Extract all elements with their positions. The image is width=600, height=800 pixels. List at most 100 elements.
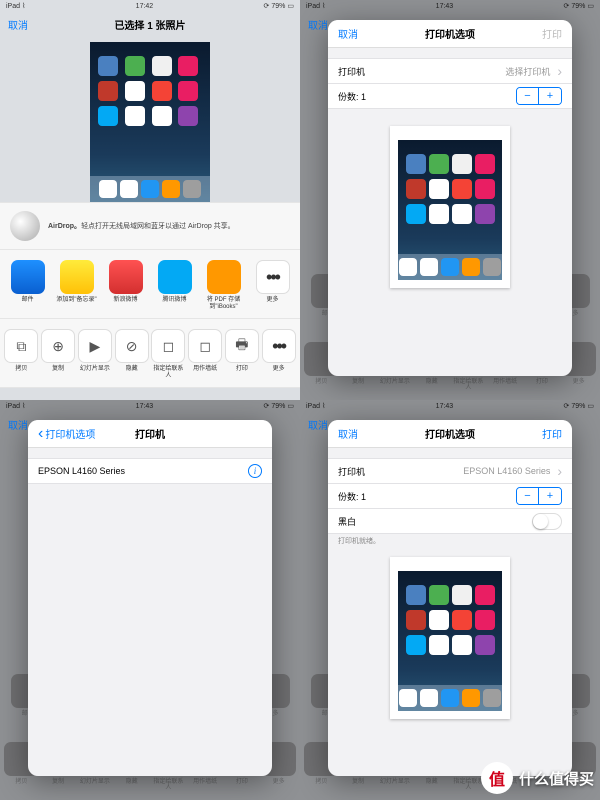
cancel-button[interactable]: 取消 (8, 17, 28, 32)
status-time: 17:42 (136, 3, 154, 10)
share-action-指定给联系人[interactable]: ◻ 指定给联系人 (151, 329, 186, 379)
print-button-disabled: 打印 (542, 26, 562, 41)
app-label: 新浪微博 (113, 297, 137, 304)
share-action-隐藏[interactable]: ⊘ 隐藏 (114, 329, 149, 379)
share-app-将 PDF 存储到"iBooks"[interactable]: 将 PDF 存储到"iBooks" (200, 260, 247, 310)
watermark-text: 什么值得买 (519, 768, 594, 789)
plus-button[interactable]: + (539, 488, 561, 504)
action-icon: ◻ (151, 329, 185, 363)
printer-name: EPSON L4160 Series (38, 466, 125, 476)
plus-button[interactable]: + (539, 88, 561, 104)
share-action-复制[interactable]: ⊕ 复制 (41, 329, 76, 379)
share-action-拷贝[interactable]: ⧉ 拷贝 (4, 329, 39, 379)
share-header: 取消 已选择 1 张照片 (0, 12, 300, 36)
share-actions-row: ⧉ 拷贝 ⊕ 复制 ▶ 幻灯片显示 ⊘ 隐藏 ◻ 指定给联系人◻用作墙纸🖶 打印 ••• 更多 (0, 319, 300, 388)
popover-header: 取消 打印机选项 打印 (328, 420, 572, 448)
app-label: 将 PDF 存储到"iBooks" (200, 297, 247, 310)
copies-stepper[interactable]: −+ (516, 487, 562, 505)
cancel-button[interactable]: 取消 (338, 26, 358, 41)
action-label: 拷贝 (15, 366, 27, 373)
print-button[interactable]: 打印 (542, 426, 562, 441)
action-icon: ••• (262, 329, 296, 363)
bw-label: 黑白 (338, 515, 356, 528)
share-app-新浪微博[interactable]: 新浪微博 (102, 260, 149, 310)
share-app-添加到"备忘录"[interactable]: 添加到"备忘录" (53, 260, 100, 310)
printer-options-popover: 取消 打印机选项 打印 打印机 选择打印机 份数: 1 −+ (328, 20, 572, 376)
quadrant-printer-ready: iPad ⌇ 17:43 ⟳ 79% ▭ 取消已选择 1 张照片 邮件添加到"备… (300, 400, 600, 800)
popover-header: 打印机选项 打印机 (28, 420, 272, 448)
airdrop-text: AirDrop。轻点打开无线局域网和蓝牙以通过 AirDrop 共享。 (48, 221, 235, 231)
quadrant-printer-list: iPad ⌇ 17:43 ⟳ 79% ▭ 取消已选择 1 张照片 邮件添加到"备… (0, 400, 300, 800)
app-label: 腾讯微博 (162, 297, 186, 304)
copies-row: 份数: 1 −+ (328, 483, 572, 509)
share-action-更多[interactable]: ••• 更多 (261, 329, 296, 379)
share-app-腾讯微博[interactable]: 腾讯微博 (151, 260, 198, 310)
quadrant-share-sheet: iPad ⌇ 17:42 ⟳ 79% ▭ 取消 已选择 1 张照片 AirDro… (0, 0, 300, 400)
action-label: 用作墙纸 (193, 366, 217, 373)
printer-item[interactable]: EPSON L4160 Series i (28, 458, 272, 484)
back-button[interactable]: 打印机选项 (38, 425, 95, 443)
print-preview[interactable] (328, 549, 572, 776)
action-label: 更多 (273, 366, 285, 373)
share-panel: AirDrop。轻点打开无线局域网和蓝牙以通过 AirDrop 共享。 邮件 添加… (0, 202, 300, 388)
share-title: 已选择 1 张照片 (0, 17, 300, 32)
share-action-打印[interactable]: 🖶 打印 (225, 329, 260, 379)
watermark: 值 什么值得买 (481, 762, 594, 794)
share-apps-row: 邮件 添加到"备忘录" 新浪微博 腾讯微博 将 PDF 存储到"iBooks" ••• 更多 (0, 250, 300, 319)
printer-value: 选择打印机 (505, 63, 562, 79)
printer-row[interactable]: 打印机 选择打印机 (328, 58, 572, 84)
status-right: ⟳ 79% ▭ (263, 2, 294, 10)
printer-label: 打印机 (338, 465, 365, 478)
info-icon[interactable]: i (248, 464, 262, 478)
popover-header: 取消 打印机选项 打印 (328, 20, 572, 48)
action-label: 打印 (236, 366, 248, 373)
action-label: 幻灯片显示 (80, 366, 110, 373)
action-icon: ⊕ (41, 329, 75, 363)
app-label: 更多 (266, 297, 278, 304)
status-device: iPad ⌇ (6, 2, 25, 10)
app-icon: ••• (256, 260, 290, 294)
popover-title: 打印机选项 (328, 426, 572, 441)
action-icon: ⊘ (115, 329, 149, 363)
app-icon (11, 260, 45, 294)
share-action-用作墙纸[interactable]: ◻用作墙纸 (188, 329, 223, 379)
photo-thumbnail[interactable] (90, 42, 210, 202)
app-icon (158, 260, 192, 294)
copies-label: 份数: 1 (338, 90, 366, 103)
minus-button[interactable]: − (517, 488, 539, 504)
printer-options-popover: 取消 打印机选项 打印 打印机 EPSON L4160 Series 份数: 1… (328, 420, 572, 776)
printer-value: EPSON L4160 Series (463, 463, 562, 479)
action-label: 隐藏 (126, 366, 138, 373)
action-icon: ▶ (78, 329, 112, 363)
print-preview[interactable] (328, 108, 572, 376)
share-action-幻灯片显示[interactable]: ▶ 幻灯片显示 (78, 329, 113, 379)
share-app-邮件[interactable]: 邮件 (4, 260, 51, 310)
action-icon: 🖶 (225, 329, 259, 363)
printer-status-text: 打印机就绪。 (328, 533, 572, 549)
bw-toggle[interactable] (532, 513, 562, 530)
printer-label: 打印机 (338, 65, 365, 78)
quadrant-printer-options: iPad ⌇ 17:43 ⟳ 79% ▭ 取消已选择 1 张照片 邮件添加到"备… (300, 0, 600, 400)
airdrop-icon (10, 211, 40, 241)
action-icon: ⧉ (4, 329, 38, 363)
status-bar: iPad ⌇ 17:42 ⟳ 79% ▭ (0, 0, 300, 12)
minus-button[interactable]: − (517, 88, 539, 104)
action-label: 复制 (52, 366, 64, 373)
preview-page (398, 571, 502, 711)
printer-list-popover: 打印机选项 打印机 EPSON L4160 Series i (28, 420, 272, 776)
preview-page (398, 140, 502, 280)
airdrop-row[interactable]: AirDrop。轻点打开无线局域网和蓝牙以通过 AirDrop 共享。 (0, 202, 300, 250)
share-app-更多[interactable]: ••• 更多 (249, 260, 296, 310)
cancel-button[interactable]: 取消 (338, 426, 358, 441)
printer-row[interactable]: 打印机 EPSON L4160 Series (328, 458, 572, 484)
copies-row: 份数: 1 −+ (328, 83, 572, 109)
copies-stepper[interactable]: −+ (516, 87, 562, 105)
popover-title: 打印机选项 (328, 26, 572, 41)
app-icon (207, 260, 241, 294)
app-label: 邮件 (21, 297, 33, 304)
bw-row: 黑白 (328, 508, 572, 534)
watermark-icon: 值 (481, 762, 513, 794)
copies-label: 份数: 1 (338, 490, 366, 503)
action-label: 指定给联系人 (151, 366, 186, 379)
app-icon (60, 260, 94, 294)
